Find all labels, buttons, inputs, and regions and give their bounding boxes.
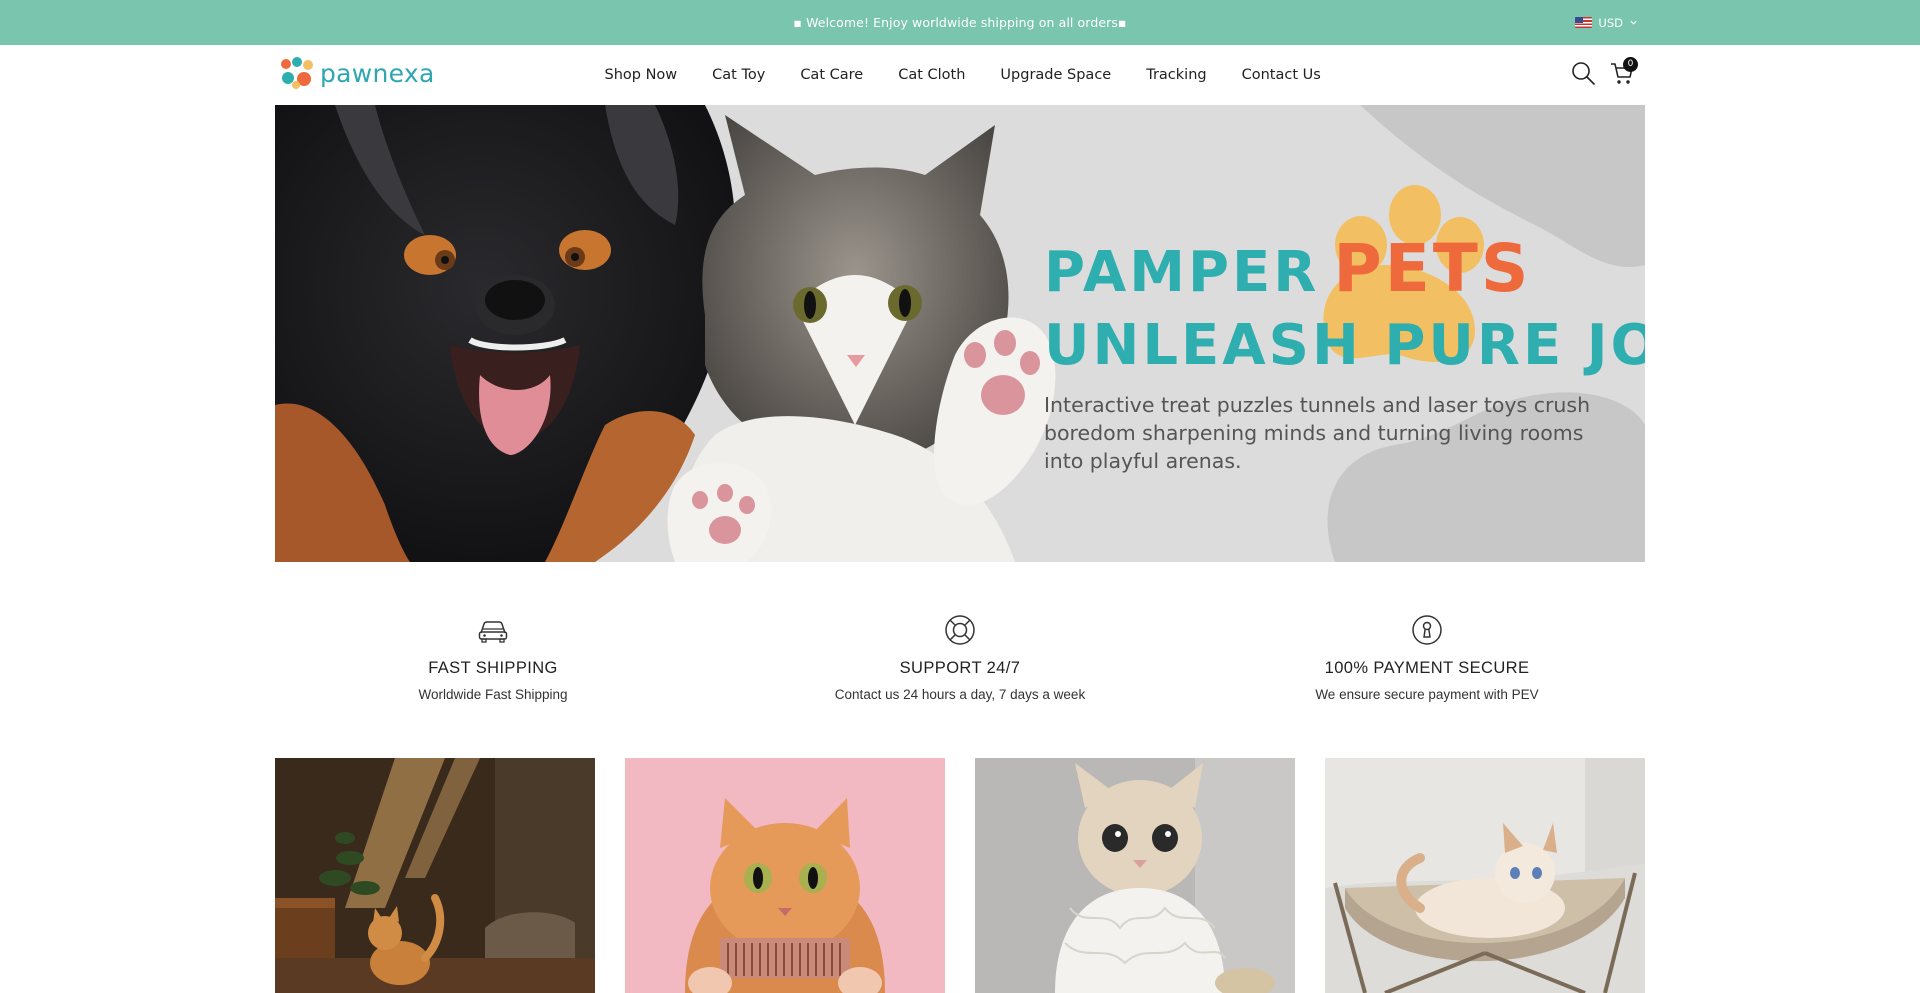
nav-upgrade-space[interactable]: Upgrade Space <box>983 67 1129 83</box>
logo[interactable]: pawnexa <box>279 56 435 90</box>
hero-headline-line1: PAMPER PETS <box>1044 230 1531 307</box>
product-tile[interactable] <box>1325 758 1645 993</box>
logo-text: pawnexa <box>320 58 435 88</box>
hero-banner[interactable]: PAMPER PETS UNLEASH PURE JOY Interactive … <box>275 105 1645 562</box>
main-nav: Shop Now Cat Toy Cat Care Cat Cloth Upgr… <box>587 45 1338 105</box>
chevron-down-icon <box>1630 20 1637 25</box>
feature-title: FAST SHIPPING <box>428 659 558 677</box>
feature-support: SUPPORT 24/7 Contact us 24 hours a day, … <box>730 613 1190 702</box>
feature-description: Contact us 24 hours a day, 7 days a week <box>834 687 1086 702</box>
nav-contact-us[interactable]: Contact Us <box>1224 67 1338 83</box>
hero-subtext: Interactive treat puzzles tunnels and la… <box>1044 393 1591 473</box>
feature-payment-secure: 100% PAYMENT SECURE We ensure secure pay… <box>1197 613 1657 702</box>
nav-shop-now[interactable]: Shop Now <box>587 67 695 83</box>
hero-headline-line2: UNLEASH PURE JOY <box>1044 313 1645 378</box>
search-icon[interactable] <box>1570 60 1596 86</box>
feature-title: SUPPORT 24/7 <box>899 659 1021 677</box>
product-image-ginger-cat-with-comb <box>625 758 945 993</box>
product-tile[interactable] <box>275 758 595 993</box>
feature-description: Worldwide Fast Shipping <box>418 687 568 702</box>
logo-mark-icon <box>281 57 313 89</box>
us-flag-icon <box>1575 17 1593 28</box>
product-tile[interactable] <box>975 758 1295 993</box>
feature-title: 100% PAYMENT SECURE <box>1324 659 1530 677</box>
hero-headline-word2: PETS <box>1333 230 1532 307</box>
product-image-cat-with-lace-collar <box>975 758 1295 993</box>
cart-count-badge: 0 <box>1623 57 1638 72</box>
nav-tracking[interactable]: Tracking <box>1129 67 1224 83</box>
feature-fast-shipping: FAST SHIPPING Worldwide Fast Shipping <box>263 613 723 702</box>
feature-description: We ensure secure payment with PEV <box>1315 687 1539 702</box>
lifebuoy-icon <box>945 615 975 645</box>
site-header: pawnexa Shop Now Cat Toy Cat Care Cat Cl… <box>0 45 1920 105</box>
product-image-cat-in-sunlit-room <box>275 758 595 993</box>
nav-cat-care[interactable]: Cat Care <box>783 67 881 83</box>
nav-cat-toy[interactable]: Cat Toy <box>695 67 783 83</box>
lock-icon <box>1412 615 1442 645</box>
product-image-cat-in-hammock <box>1325 758 1645 993</box>
announcement-bar: ▪ Welcome! Enjoy worldwide shipping on a… <box>0 0 1920 45</box>
car-icon <box>478 621 508 643</box>
product-tile[interactable] <box>625 758 945 993</box>
hero-headline-word1: PAMPER <box>1044 240 1320 305</box>
currency-label: USD <box>1598 15 1623 30</box>
currency-selector[interactable]: USD <box>1575 0 1638 45</box>
nav-cat-cloth[interactable]: Cat Cloth <box>881 67 983 83</box>
